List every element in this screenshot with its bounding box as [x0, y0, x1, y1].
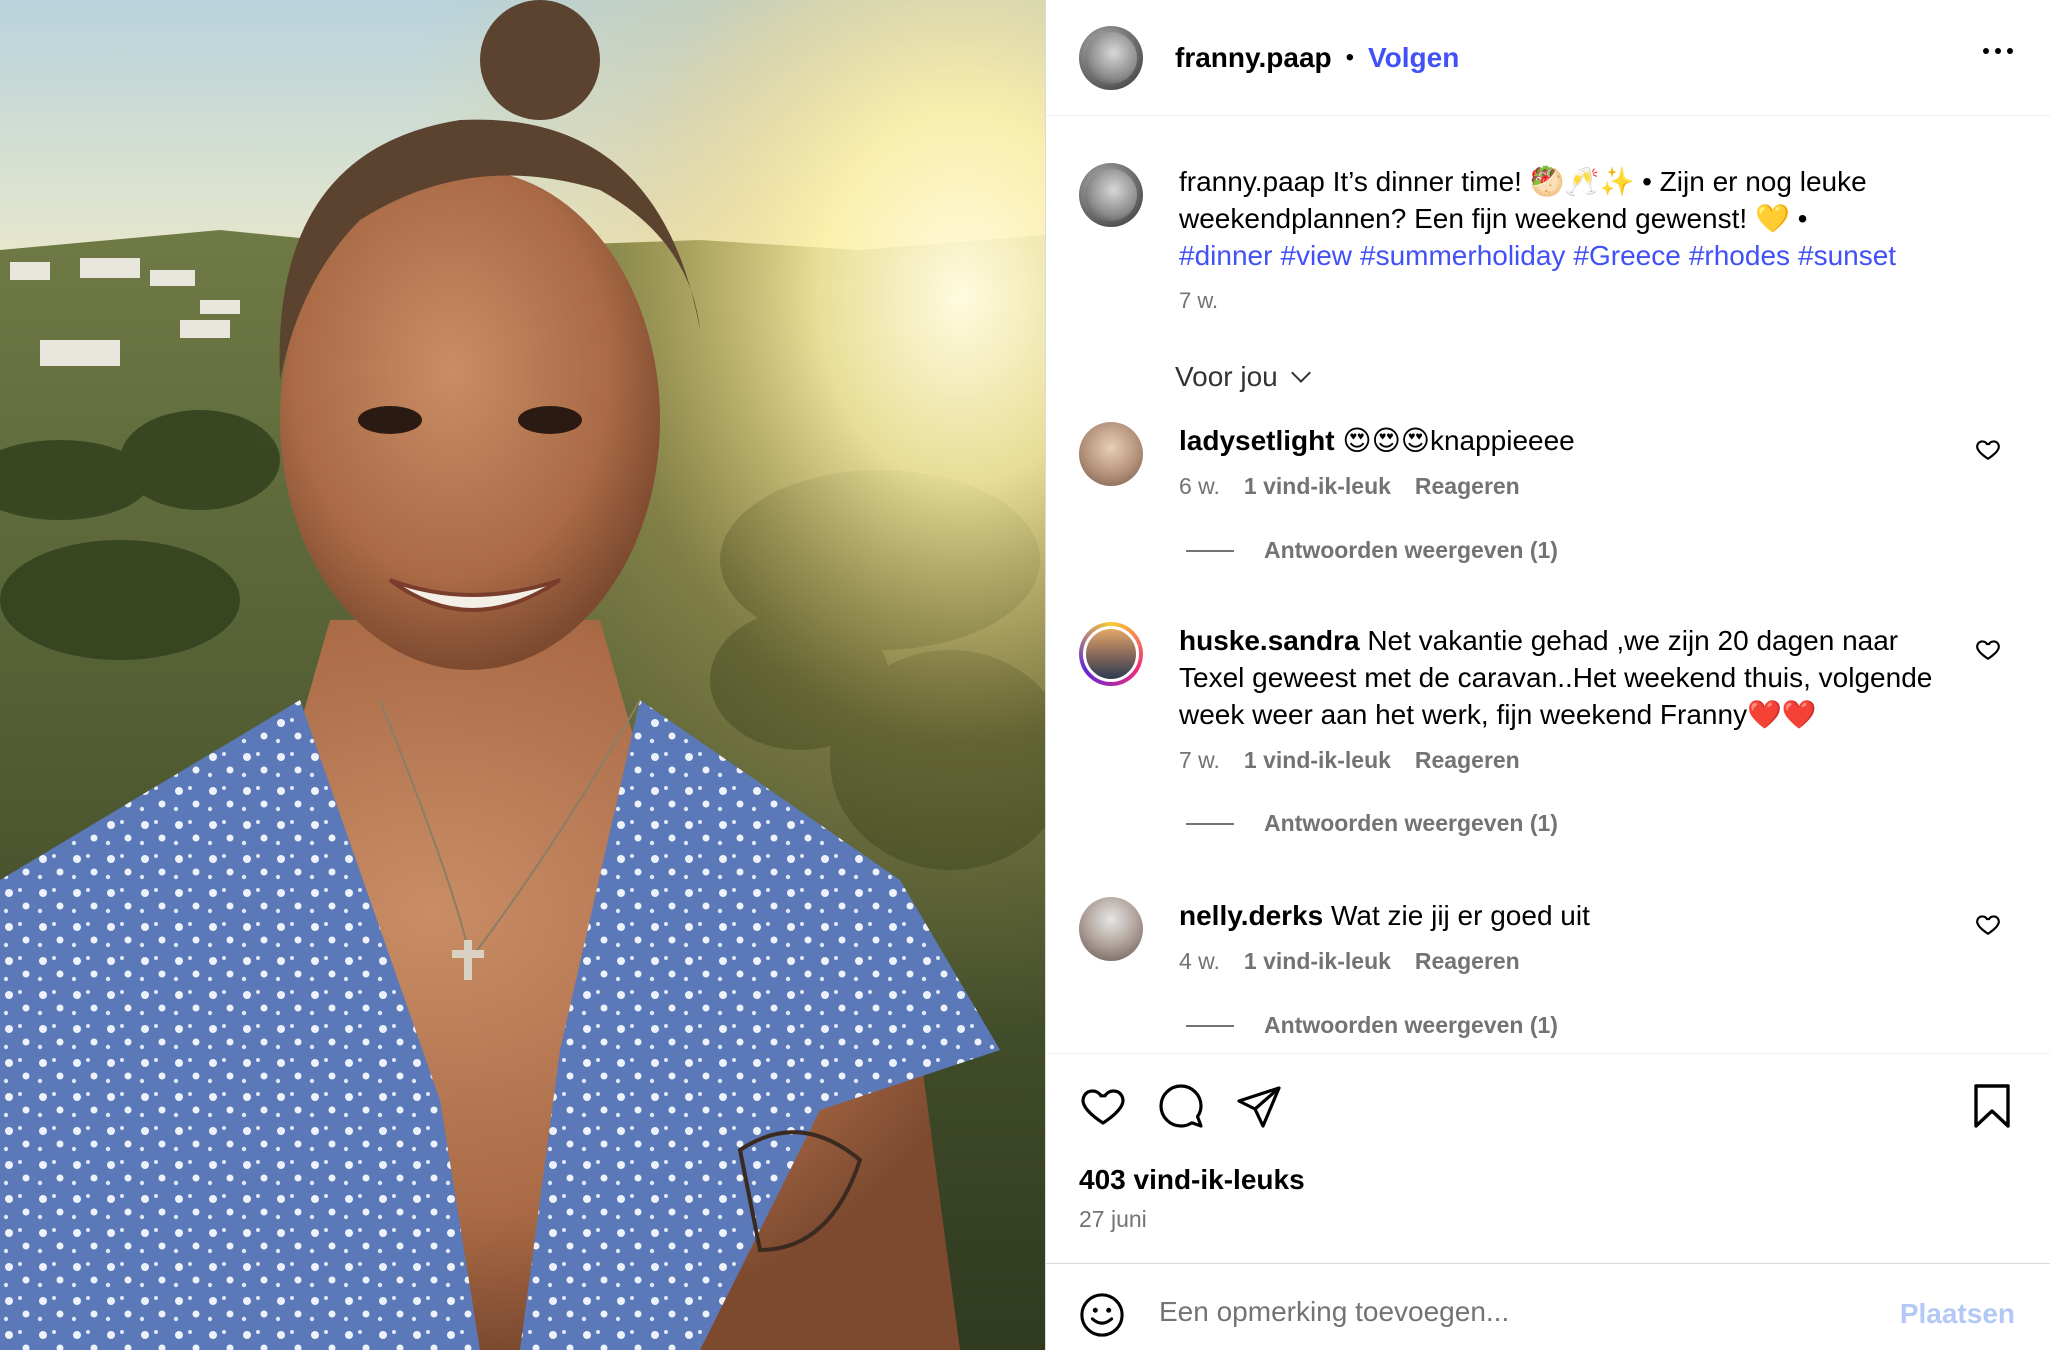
emoji-icon[interactable]: [1079, 1292, 1125, 1338]
hashtag-link[interactable]: #dinner: [1179, 240, 1272, 271]
comment-heart-icon[interactable]: [1975, 911, 2001, 937]
post-panel: franny.paap • Volgen franny.paap It’s di…: [1045, 0, 2050, 1350]
sort-label: Voor jou: [1175, 361, 1278, 392]
replies-divider: [1186, 1024, 1234, 1027]
post-caption: franny.paap It’s dinner time! 🥙🥂✨ • Zijn…: [1079, 163, 2019, 314]
more-options-icon[interactable]: [1981, 40, 2015, 62]
comment-text: 😍😍😍knappieeee: [1342, 425, 1575, 456]
view-replies-button[interactable]: Antwoorden weergeven (1): [1186, 1012, 1558, 1039]
comment-time: 4 w.: [1179, 948, 1220, 974]
comment-text-block: nelly.derks Wat zie jij er goed uit: [1179, 897, 1959, 934]
follow-button[interactable]: Volgen: [1368, 42, 1459, 74]
comment-heart-icon[interactable]: [1975, 436, 2001, 462]
comment-text: Wat zie jij er goed uit: [1331, 900, 1590, 931]
comment-likes[interactable]: 1 vind-ik-leuk: [1244, 747, 1391, 774]
post-date: 27 juni: [1079, 1206, 1147, 1232]
comment-item: huske.sandra Net vakantie gehad ,we zijn…: [1079, 622, 2039, 774]
comment-heart-icon[interactable]: [1975, 636, 2001, 662]
send-icon[interactable]: [1235, 1082, 1283, 1130]
post-actions: 403 vind-ik-leuks 27 juni: [1046, 1053, 2050, 1263]
replies-divider: [1186, 822, 1234, 825]
comment-sort-dropdown[interactable]: Voor jou: [1175, 361, 1311, 393]
post-header: franny.paap • Volgen: [1046, 0, 2050, 116]
view-replies-label: Antwoorden weergeven (1): [1264, 537, 1558, 563]
post-comment-button[interactable]: Plaatsen: [1900, 1298, 2015, 1330]
caption-avatar[interactable]: [1079, 163, 1143, 227]
comment-icon[interactable]: [1157, 1082, 1205, 1130]
chevron-down-icon: [1290, 363, 1311, 383]
comment-meta: 4 w. 1 vind-ik-leuk Reageren: [1179, 948, 1959, 975]
commenter-avatar-story-ring[interactable]: [1079, 622, 1143, 686]
comment-text-block: ladysetlight 😍😍😍knappieeee: [1179, 422, 1959, 459]
hashtag-link[interactable]: #view: [1280, 240, 1352, 271]
hashtag-link[interactable]: #summerholiday: [1360, 240, 1565, 271]
hashtag-link[interactable]: #Greece: [1573, 240, 1680, 271]
caption-hashtags: #dinner #view #summerholiday #Greece #rhodes…: [1179, 237, 1999, 274]
post-photo[interactable]: [0, 0, 1045, 1350]
hashtag-link[interactable]: #rhodes: [1689, 240, 1790, 271]
comment-item: nelly.derks Wat zie jij er goed uit 4 w.…: [1079, 897, 2039, 975]
likes-count[interactable]: 403 vind-ik-leuks: [1079, 1164, 1305, 1196]
comment-meta: 7 w. 1 vind-ik-leuk Reageren: [1179, 747, 1959, 774]
comment-username[interactable]: huske.sandra: [1179, 625, 1360, 656]
add-comment-bar: Plaatsen: [1046, 1263, 2050, 1350]
caption-username[interactable]: franny.paap: [1179, 166, 1325, 197]
comment-item: ladysetlight 😍😍😍knappieeee 6 w. 1 vind-i…: [1079, 422, 2039, 500]
replies-divider: [1186, 549, 1234, 552]
separator-dot: •: [1345, 43, 1355, 71]
heart-icon[interactable]: [1079, 1082, 1127, 1130]
commenter-avatar[interactable]: [1079, 897, 1143, 961]
commenter-avatar[interactable]: [1079, 422, 1143, 486]
comment-username[interactable]: nelly.derks: [1179, 900, 1323, 931]
author-avatar[interactable]: [1079, 25, 1143, 90]
reply-button[interactable]: Reageren: [1415, 473, 1520, 500]
hashtag-link[interactable]: #sunset: [1798, 240, 1896, 271]
view-replies-label: Antwoorden weergeven (1): [1264, 1012, 1558, 1038]
view-replies-label: Antwoorden weergeven (1): [1264, 810, 1558, 836]
reply-button[interactable]: Reageren: [1415, 948, 1520, 975]
comment-time: 7 w.: [1179, 747, 1220, 773]
view-replies-button[interactable]: Antwoorden weergeven (1): [1186, 810, 1558, 837]
comment-meta: 6 w. 1 vind-ik-leuk Reageren: [1179, 473, 1959, 500]
bookmark-icon[interactable]: [1971, 1082, 2013, 1130]
caption-text-block: franny.paap It’s dinner time! 🥙🥂✨ • Zijn…: [1179, 163, 1999, 237]
comment-likes[interactable]: 1 vind-ik-leuk: [1244, 473, 1391, 500]
comment-input[interactable]: [1159, 1286, 1859, 1338]
post-photo-illustration: [0, 0, 1045, 1350]
caption-time: 7 w.: [1179, 288, 1219, 313]
comment-username[interactable]: ladysetlight: [1179, 425, 1335, 456]
comment-likes[interactable]: 1 vind-ik-leuk: [1244, 948, 1391, 975]
comment-time: 6 w.: [1179, 473, 1220, 499]
comments-scroll-area[interactable]: franny.paap It’s dinner time! 🥙🥂✨ • Zijn…: [1046, 117, 2050, 1052]
reply-button[interactable]: Reageren: [1415, 747, 1520, 774]
comment-text-block: huske.sandra Net vakantie gehad ,we zijn…: [1179, 622, 1959, 733]
view-replies-button[interactable]: Antwoorden weergeven (1): [1186, 537, 1558, 564]
author-username[interactable]: franny.paap: [1175, 42, 1332, 74]
